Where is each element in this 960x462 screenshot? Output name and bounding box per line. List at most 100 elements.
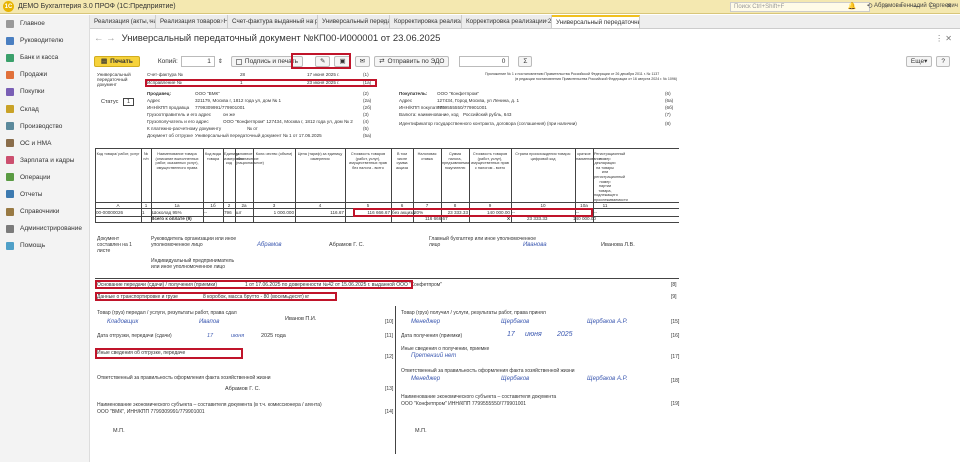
sidebar-item-6[interactable]: Склад [0, 100, 89, 117]
send-edo-button[interactable]: ⇄ Отправить по ЭДО [374, 56, 450, 67]
table-cell-kind: -- [204, 210, 208, 215]
sum-button[interactable]: Σ [518, 56, 533, 67]
copies-input[interactable]: 1 [180, 56, 215, 67]
document-preview: Универсальный передаточный документ Счет… [95, 72, 679, 457]
req-consignee: ООО "Конфетпром" 127434, Москва г, 1812 … [223, 119, 353, 124]
factory-icon [6, 122, 14, 131]
recv-code: [15] [671, 319, 680, 325]
table-sep-1 [95, 202, 679, 203]
req-ship-label: Документ об отгрузке [147, 133, 193, 138]
total-label: Всего к оплате (9) [151, 216, 192, 221]
recv-entity-code: [19] [671, 401, 680, 407]
handed-name: Иванов П.И. [285, 316, 317, 322]
copies-stepper[interactable]: ⇕ [218, 58, 223, 65]
close-tab-icon[interactable]: × [632, 17, 636, 28]
sidebar-item-8[interactable]: ОС и НМА [0, 135, 89, 152]
nav-arrows-icon[interactable]: ← → [94, 33, 116, 44]
report-icon [6, 190, 14, 199]
sidebar-item-4[interactable]: Продажи [0, 66, 89, 83]
column-header-15: краткое наименование [576, 152, 602, 161]
req-pay-code: (5) [363, 126, 369, 131]
table-sep-4 [95, 222, 679, 223]
tab-4[interactable]: Универсальный передаточный документ №...… [318, 15, 390, 28]
sidebar-item-11[interactable]: Отчеты [0, 186, 89, 203]
people-icon [6, 156, 14, 165]
doc-type-label: Универсальный передаточный документ [97, 72, 131, 87]
annex-text-2: (в редакции постановления Правительства … [515, 77, 678, 81]
tab-3[interactable]: Счет-фактура выданный на реализацию 28 .… [228, 15, 318, 28]
recv-resp-name: Щербаков А.Р. [587, 376, 628, 382]
entity-code: [14] [385, 409, 394, 415]
sidebar-item-5[interactable]: Покупки [0, 83, 89, 100]
tab-1[interactable]: Реализация (акты, накладные, УПД)× [90, 15, 156, 28]
recv-other-code: [17] [671, 354, 680, 360]
close-tab-icon[interactable]: × [544, 15, 548, 28]
sidebar-item-3[interactable]: Банк и касса [0, 49, 89, 66]
checkbox-icon [235, 58, 242, 65]
highlight-price-row [353, 208, 593, 217]
sidebar-item-10[interactable]: Операции [0, 169, 89, 186]
bank-icon [6, 53, 14, 62]
tab-7[interactable]: Универсальный передаточный документ №...… [552, 15, 640, 28]
recv-day: 17 [507, 331, 515, 338]
column-header-14: Страна происхождения товара: цифровой ко… [515, 152, 571, 161]
req-cur-code: (7) [665, 112, 671, 117]
number-field[interactable]: 0 [459, 56, 510, 67]
close-icon[interactable]: ⋮ ✕ [935, 34, 952, 43]
annex-text: Приложение № 1 к постановлению Правитель… [485, 72, 660, 76]
handed-date-label: Дата отгрузки, передачи (сдачи) [97, 333, 172, 339]
recv-date-code: [16] [671, 333, 680, 339]
close-tab-icon[interactable]: × [310, 15, 314, 28]
tab-6[interactable]: Корректировка реализации 26 (испр. 1) от… [462, 15, 552, 28]
highlight-other-info [95, 348, 243, 359]
sidebar-item-12[interactable]: Справочники [0, 203, 89, 220]
toolbar: ▤ Печать Копий: 1 ⇕ Подпись и печать ✎ ▣ … [94, 55, 954, 68]
req-inn: 7799309991/779901001 [195, 105, 245, 110]
recv-entity-label: Наименование экономического субъекта – с… [401, 394, 557, 400]
menu-icon [6, 19, 14, 28]
sidebar-item-9[interactable]: Зарплата и кадры [0, 152, 89, 169]
req-seller-code: (2) [363, 91, 369, 96]
title-bar: 1С ДЕМО Бухгалтерия 3.0 ПРОФ (1С:Предпри… [0, 0, 960, 14]
tab-5[interactable]: Корректировка реализации× [390, 15, 462, 28]
sidebar-item-2[interactable]: Руководителю [0, 32, 89, 49]
mail-icon[interactable]: ✉ [354, 56, 371, 67]
sidebar-item-14[interactable]: Помощь [0, 237, 89, 254]
req-consignor: он же [223, 112, 235, 117]
window-controls[interactable]: 🔔 ⟲ ☆ ≡ — ▢ ✕ [848, 2, 956, 10]
document-form: ← → Универсальный передаточный документ … [91, 30, 960, 462]
column-header-13: Стоимость товаров (работ, услуг), имущес… [471, 152, 509, 170]
column-header-5: Единица измерения: код [224, 152, 245, 166]
help-button[interactable]: ? [936, 56, 950, 67]
sf-date: 17 июня 2025 г. [307, 72, 340, 77]
sidebar: Главное Руководителю Банк и касса Продажи По… [0, 15, 90, 462]
stamp-place-left: М.П. [113, 428, 125, 434]
column-header-3: Наименование товара (описание выполненны… [155, 152, 199, 170]
basis-code: [8] [671, 282, 677, 288]
highlight-toolbar-icons [291, 53, 351, 69]
more-button[interactable]: Еще ▾ [905, 56, 933, 67]
req-seller-label: Продавец: [147, 91, 171, 96]
other-code: [12] [385, 354, 394, 360]
print-button[interactable]: ▤ Печать [94, 56, 140, 67]
req-addr-label: Адрес [147, 98, 161, 103]
req-buyer-label: Покупатель: [399, 91, 428, 96]
close-tab-icon[interactable]: × [382, 15, 386, 28]
close-tab-icon[interactable]: × [148, 15, 152, 28]
recv-resp-label: Ответственный за правильность оформления… [401, 368, 575, 374]
sidebar-item-7[interactable]: Производство [0, 118, 89, 135]
column-header-7: Коли-чество (объем) [255, 152, 293, 156]
handed-signature-2: Ивапов [199, 319, 220, 325]
close-tab-icon[interactable]: × [220, 15, 224, 28]
req-cur-label: Валюта: наименование, код [399, 112, 459, 117]
handed-signature: Кладовщик [107, 319, 139, 325]
close-tab-icon[interactable]: × [454, 15, 458, 28]
sidebar-item-1[interactable]: Главное [0, 15, 89, 32]
middle-divider [395, 306, 396, 454]
entity-value: ООО "ВМК", ИНН/КПП 7799309991/779901001 [97, 409, 205, 415]
tab-2[interactable]: Реализация товаров: Накладна... КП00-000… [156, 15, 228, 28]
sidebar-item-13[interactable]: Администрирование [0, 220, 89, 237]
req-seller: ООО "ВМК" [195, 91, 220, 96]
column-header-2: № п/п [143, 152, 149, 161]
head-name: Абрамов Г. С. [329, 242, 365, 248]
